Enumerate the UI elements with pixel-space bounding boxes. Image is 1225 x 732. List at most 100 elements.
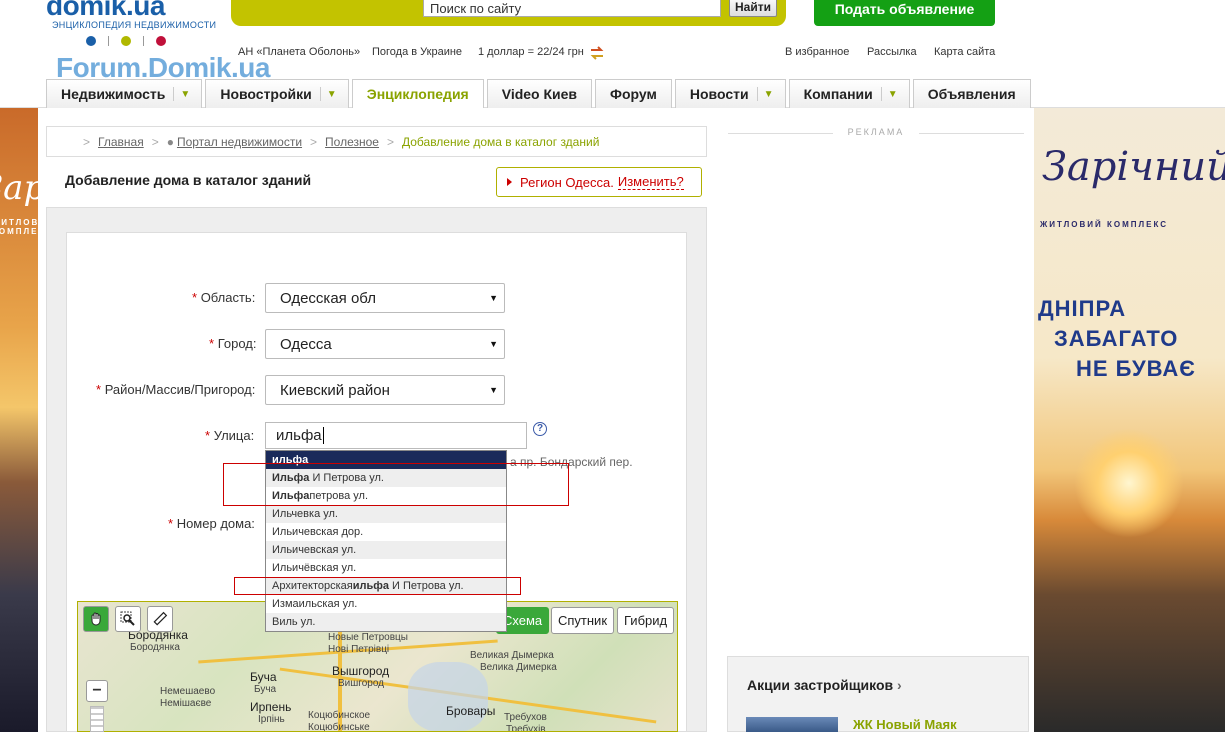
ad-label: РЕКЛАМА (728, 127, 1024, 137)
weather-link[interactable]: Погода в Украине (372, 46, 462, 58)
map-town: Ирпень (250, 700, 292, 714)
select-value: Киевский район (280, 382, 390, 399)
breadcrumb-useful[interactable]: Полезное (325, 135, 379, 149)
required-mark: * (205, 428, 211, 443)
city-label: * Город: (209, 336, 256, 351)
promo-title[interactable]: Акции застройщиков › (747, 677, 902, 693)
map-town: Великая Дымерка (470, 650, 554, 661)
promo-title-text: Акции застройщиков (747, 677, 894, 693)
post-ad-button[interactable]: Подать объявление (814, 0, 995, 26)
nav-item-encyclopedia[interactable]: Энциклопедия (351, 79, 484, 108)
label-text: Номер дома: (176, 516, 255, 531)
region-change-link[interactable]: Изменить? (617, 174, 684, 190)
select-value: Одесса (280, 336, 332, 353)
map-town: Буча (250, 670, 277, 684)
highlight-box (234, 577, 521, 595)
dropdown-arrow-icon: ▼ (489, 385, 498, 395)
breadcrumb: > Главная > ● Портал недвижимости > Поле… (46, 126, 707, 157)
sitemap-link[interactable]: Карта сайта (934, 46, 995, 58)
dot-separator (143, 36, 144, 46)
hand-tool-icon[interactable] (83, 606, 109, 632)
district-select[interactable]: Киевский район ▼ (265, 375, 505, 405)
ruler-icon[interactable] (147, 606, 173, 632)
autocomplete-item[interactable]: Ильичевская ул. (266, 541, 506, 559)
map-town-sub: Буча (254, 684, 277, 695)
map-town: Вышгород (332, 664, 390, 678)
favorites-link[interactable]: В избранное (785, 46, 849, 58)
autocomplete-item[interactable]: Ильичевская дор. (266, 523, 506, 541)
help-icon[interactable]: ? (533, 422, 547, 436)
map-water (408, 662, 488, 731)
map-town-sub: Нові Петрівці (328, 644, 390, 655)
oblast-select[interactable]: Одесская обл ▼ (265, 283, 505, 313)
dropdown-arrow-icon: ▼ (489, 293, 498, 303)
breadcrumb-sep: > (151, 134, 159, 149)
nav-item-news[interactable]: Новости ▼ (674, 79, 786, 108)
nav-item-new-buildings[interactable]: Новостройки ▼ (205, 79, 349, 108)
label-text: Улица: (213, 428, 255, 443)
map-town: Новые Петровцы (328, 632, 408, 643)
nav-item-realty[interactable]: Недвижимость ▼ (46, 79, 203, 108)
breadcrumb-sep: > (83, 134, 91, 149)
site-header: domik.ua ЭНЦИКЛОПЕДИЯ НЕДВИЖИМОСТИ Forum… (0, 0, 1225, 108)
nav-item-companies[interactable]: Компании ▼ (788, 79, 910, 108)
logo-dot (156, 36, 166, 46)
rest-text: Ильичевская ул. (272, 544, 357, 556)
street-label: * Улица: (205, 428, 254, 443)
logo-dot (86, 36, 96, 46)
right-ad-banner[interactable]: Зарічний ЖИТЛОВИЙ КОМПЛЕКС ДНІПРА ЗАБАГА… (1034, 108, 1225, 732)
agency-link[interactable]: АН «Планета Оболонь» (238, 46, 360, 58)
chevron-down-icon[interactable]: ▼ (756, 87, 773, 101)
map-hybrid-button[interactable]: Гибрид (617, 607, 675, 634)
autocomplete-item[interactable]: Измаильская ул. (266, 595, 506, 613)
newsletter-link[interactable]: Рассылка (867, 46, 917, 58)
main-nav: Недвижимость ▼ Новостройки ▼ Энциклопедия … (46, 79, 1034, 108)
nav-label: Новости (689, 86, 749, 102)
map-town: Требухов (504, 712, 547, 723)
search-button[interactable]: Найти (729, 0, 777, 17)
exchange-rate: 1 доллар = 22/24 грн (478, 46, 584, 58)
street-input[interactable]: ильфа (265, 422, 527, 449)
promo-thumbnail[interactable] (746, 717, 838, 732)
label-text: Район/Массив/Пригород: (104, 382, 256, 397)
input-value: ильфа (276, 427, 322, 444)
region-selector[interactable]: Регион Одесса. Изменить? (496, 167, 702, 197)
rest-text: Ильичевская дор. (272, 526, 364, 538)
map-town: Бровары (446, 704, 496, 718)
required-mark: * (168, 516, 174, 531)
chevron-down-icon[interactable]: ▼ (880, 87, 898, 101)
nav-item-video[interactable]: Video Киев (486, 79, 593, 108)
map-town-sub: Вишгород (338, 678, 385, 689)
select-value: Одесская обл (280, 290, 376, 307)
map-satellite-button[interactable]: Спутник (551, 607, 615, 634)
zoom-area-icon[interactable] (115, 606, 141, 632)
map-zoom-control: − (86, 680, 108, 732)
chevron-right-icon: › (897, 677, 902, 693)
breadcrumb-portal[interactable]: Портал недвижимости (177, 135, 302, 149)
autocomplete-item[interactable]: Ильчевка ул. (266, 505, 506, 523)
city-select[interactable]: Одесса ▼ (265, 329, 505, 359)
chevron-down-icon[interactable]: ▼ (173, 87, 190, 101)
site-logo[interactable]: domik.ua (46, 0, 165, 22)
zoom-slider[interactable] (90, 706, 104, 732)
breadcrumb-current: Добавление дома в каталог зданий (402, 134, 600, 149)
nav-item-forum[interactable]: Форум (595, 79, 672, 108)
banner-slogan-3: НЕ БУВАЄ (1076, 356, 1196, 381)
breadcrumb-home[interactable]: Главная (98, 135, 144, 149)
exchange-icon[interactable] (589, 45, 605, 61)
left-ad-banner[interactable]: Зарічний ЖИТЛОВИЙ КОМПЛЕКС (0, 108, 38, 732)
portal-icon: ● (166, 134, 174, 149)
nav-label: Объявления (927, 86, 1016, 102)
promo-item-link[interactable]: ЖК Новый Маяк (853, 717, 957, 732)
highlight-box (223, 463, 569, 506)
autocomplete-item[interactable]: Ильичёвская ул. (266, 559, 506, 577)
map-town: Немешаево (160, 686, 216, 697)
rest-text: Ильичёвская ул. (272, 562, 357, 574)
search-input[interactable]: Поиск по сайту (423, 0, 721, 17)
zoom-out-button[interactable]: − (86, 680, 108, 702)
chevron-down-icon[interactable]: ▼ (319, 87, 337, 101)
nav-item-ads[interactable]: Объявления (912, 79, 1031, 108)
banner-left-sub: ЖИТЛОВИЙ КОМПЛЕКС (0, 218, 38, 236)
autocomplete-item[interactable]: Виль ул. (266, 613, 506, 631)
dot-separator (108, 36, 109, 46)
